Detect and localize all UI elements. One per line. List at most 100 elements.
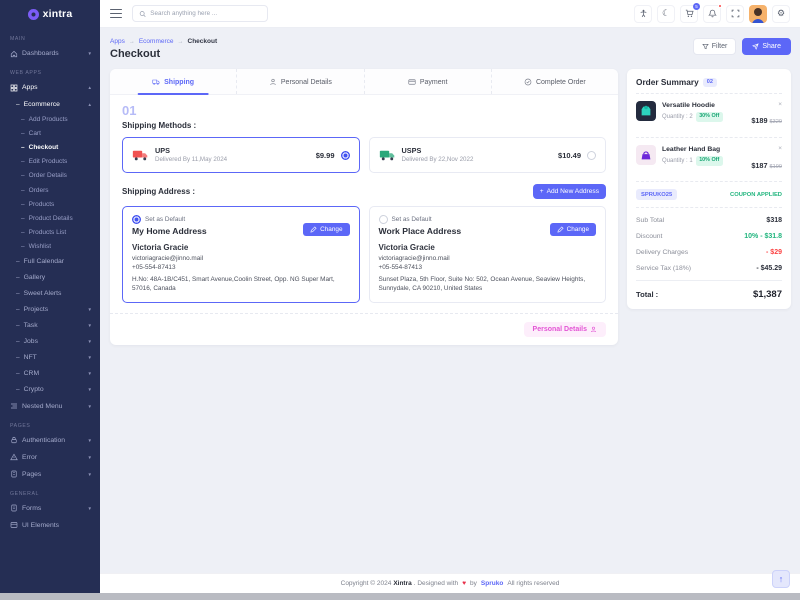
set-default-label: Set as Default <box>145 216 185 223</box>
shipping-method-ups[interactable]: UPSDelivered By 11,May 2024$9.99 <box>122 137 360 173</box>
sidebar-item-wishlist[interactable]: –Wishlist <box>0 240 100 254</box>
copyright-prefix: Copyright © 2024 <box>341 580 392 587</box>
sidebar-item-edit-products[interactable]: –Edit Products <box>0 155 100 169</box>
dark-mode-moon-icon[interactable]: ☾ <box>657 5 675 23</box>
sidebar-item-full-calendar[interactable]: –Full Calendar <box>0 254 100 270</box>
sidebar-item-apps[interactable]: Apps ▲ <box>0 79 100 96</box>
sidebar-item-task[interactable]: –Task▼ <box>0 318 100 334</box>
sidebar-item-label: Products List <box>29 229 67 236</box>
order-summary-items: Versatile HoodieQuantity : 230% Off×$189… <box>636 94 782 182</box>
shipping-method-usps[interactable]: USPSDelivered By 22,Nov 2022$10.49 <box>369 137 607 173</box>
fullscreen-icon[interactable] <box>726 5 744 23</box>
footer-author-link[interactable]: Spruko <box>481 580 503 587</box>
method-name: UPS <box>155 146 227 156</box>
sidebar-item-products[interactable]: –Products <box>0 197 100 211</box>
sidebar-item-checkout[interactable]: –Checkout <box>0 140 100 154</box>
share-button[interactable]: Share <box>742 38 791 55</box>
sidebar-item-ui-elements[interactable]: UI Elements <box>0 517 100 534</box>
remove-item-icon[interactable]: × <box>751 145 782 153</box>
sidebar-item-nft[interactable]: –NFT▼ <box>0 350 100 366</box>
change-address-button[interactable]: Change <box>550 223 596 236</box>
address-card-work-place-address[interactable]: Set as DefaultWork Place AddressChangeVi… <box>369 206 607 303</box>
sidebar-item-pages[interactable]: Pages▼ <box>0 466 100 483</box>
chevron-up-icon: ▲ <box>88 85 92 90</box>
address-email: victoriagracie@jinno.mail <box>132 255 350 262</box>
breadcrumb-ecommerce[interactable]: Ecommerce <box>139 38 174 45</box>
search-box[interactable] <box>132 5 268 22</box>
chevron-down-icon: ▼ <box>88 472 92 477</box>
brand-logo-icon <box>28 9 39 20</box>
tab-shipping[interactable]: Shipping <box>110 69 237 94</box>
sidebar-item-error[interactable]: Error▼ <box>0 449 100 466</box>
bullet-dash: – <box>16 370 20 377</box>
filter-button[interactable]: Filter <box>693 38 737 55</box>
notifications-bell-icon[interactable] <box>703 5 721 23</box>
sidebar-item-projects[interactable]: –Projects▼ <box>0 302 100 318</box>
sidebar-item-authentication[interactable]: Authentication ▼ <box>0 432 100 449</box>
default-radio[interactable] <box>132 215 141 224</box>
sidebar-item-cart[interactable]: –Cart <box>0 126 100 140</box>
coupon-code-badge[interactable]: SPRUKO25 <box>636 189 677 200</box>
next-step-personal-details-button[interactable]: Personal Details <box>524 322 606 337</box>
truck-icon <box>152 78 160 86</box>
cart-icon[interactable]: 5 <box>680 5 698 23</box>
tab-complete-order[interactable]: Complete Order <box>492 69 618 94</box>
hamburger-menu-icon[interactable] <box>110 9 122 19</box>
bullet-dash: – <box>21 243 25 250</box>
breadcrumb-apps[interactable]: Apps <box>110 38 125 45</box>
chevron-down-icon: ▼ <box>88 387 92 392</box>
brand-logo[interactable]: xintra <box>0 0 100 28</box>
page-footer: Copyright © 2024 Xintra. Designed with ♥… <box>100 573 800 593</box>
sidebar-item-jobs[interactable]: –Jobs▼ <box>0 334 100 350</box>
sidebar-item-dashboards[interactable]: Dashboards▼ <box>0 45 100 62</box>
sidebar-item-sweet-alerts[interactable]: –Sweet Alerts <box>0 286 100 302</box>
order-item-price-row: $189$329 <box>751 109 782 130</box>
sidebar-item-gallery[interactable]: –Gallery <box>0 270 100 286</box>
order-summary-title: Order Summary <box>636 77 699 87</box>
default-radio[interactable] <box>379 215 388 224</box>
add-new-address-button[interactable]: + Add New Address <box>533 184 606 199</box>
chevron-up-icon: ▲ <box>88 102 92 107</box>
accessibility-icon[interactable] <box>634 5 652 23</box>
top-header: ☾ 5 ⚙ <box>100 0 800 28</box>
shipping-methods: UPSDelivered By 11,May 2024$9.99USPSDeli… <box>122 137 606 173</box>
sidebar-item-orders[interactable]: –Orders <box>0 183 100 197</box>
nested-icon <box>10 402 18 410</box>
handbag-thumbnail <box>636 145 656 165</box>
method-delivery-date: Delivered By 22,Nov 2022 <box>402 156 474 164</box>
search-input[interactable] <box>150 10 261 17</box>
user-avatar[interactable] <box>749 5 767 23</box>
sidebar-item-crm[interactable]: –CRM▼ <box>0 366 100 382</box>
discount-badge: 10% Off <box>696 156 723 167</box>
order-item-right: ×$189$329 <box>751 101 782 130</box>
scroll-to-top-button[interactable]: ↑ <box>772 570 790 588</box>
remove-item-icon[interactable]: × <box>751 101 782 109</box>
order-item-price: $187 <box>751 161 767 170</box>
sidebar-item-nested-menu[interactable]: Nested Menu▼ <box>0 398 100 415</box>
address-card-my-home-address[interactable]: Set as DefaultMy Home AddressChangeVicto… <box>122 206 360 303</box>
sidebar-item-add-products[interactable]: –Add Products <box>0 112 100 126</box>
sidebar-item-label: Authentication <box>22 437 65 444</box>
sidebar-item-ecommerce[interactable]: –Ecommerce▲ <box>0 96 100 112</box>
chevron-down-icon: ▼ <box>88 307 92 312</box>
sidebar-item-crypto[interactable]: –Crypto▼ <box>0 382 100 398</box>
change-address-button[interactable]: Change <box>303 223 349 236</box>
sidebar-item-products-list[interactable]: –Products List <box>0 226 100 240</box>
sidebar-item-label: CRM <box>24 370 39 377</box>
chevron-down-icon: ▼ <box>88 355 92 360</box>
breadcrumb-separator: → <box>129 39 135 45</box>
address-full-text: Sunset Plaza, 5th Floor, Suite No: 502, … <box>379 275 597 294</box>
sidebar-item-order-details[interactable]: –Order Details <box>0 169 100 183</box>
method-radio[interactable] <box>587 151 596 160</box>
gear-icon[interactable]: ⚙ <box>772 5 790 23</box>
bullet-dash: – <box>21 130 25 137</box>
sidebar-item-forms[interactable]: Forms▼ <box>0 500 100 517</box>
set-default-label: Set as Default <box>392 216 432 223</box>
chevron-down-icon: ▼ <box>88 438 92 443</box>
sidebar-item-product-details[interactable]: –Product Details <box>0 211 100 225</box>
tab-personal-details[interactable]: Personal Details <box>237 69 364 94</box>
method-radio[interactable] <box>341 151 350 160</box>
sidebar-item-label: Apps <box>22 84 38 91</box>
tab-payment[interactable]: Payment <box>365 69 492 94</box>
bullet-dash: – <box>16 274 20 281</box>
